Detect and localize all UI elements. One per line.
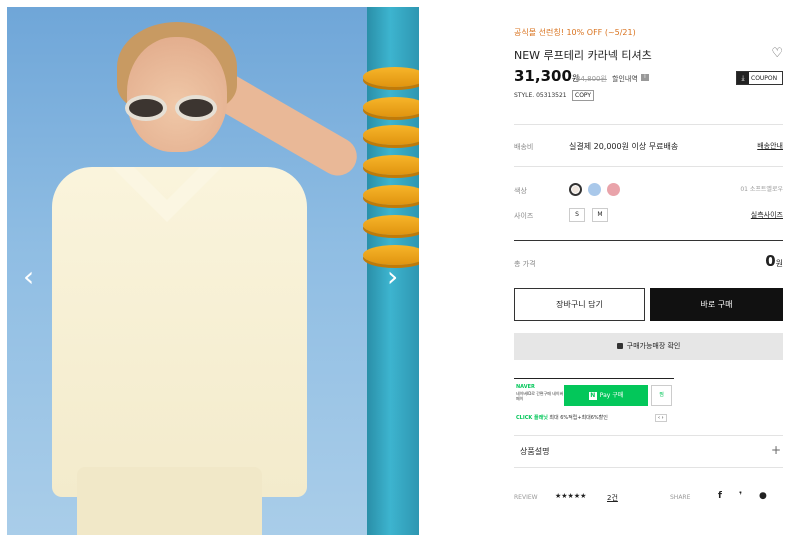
store-availability-button[interactable]: 구매가능매장 확인: [514, 333, 783, 360]
naver-event-text: 최대 6%적립+최대6%할인: [549, 415, 608, 421]
promo-text: 공식몰 선런칭! 10% OFF (~5/21): [514, 28, 636, 37]
divider: [514, 435, 783, 436]
color-swatch-blue[interactable]: [588, 183, 601, 196]
product-image: ‹ ›: [7, 7, 419, 535]
heart-icon[interactable]: ♡: [771, 46, 783, 61]
naver-pay-label: Pay 구매: [599, 392, 624, 399]
shipping-info-link[interactable]: 배송안내: [757, 141, 783, 151]
divider: [514, 240, 783, 241]
store-button-label: 구매가능매장 확인: [626, 342, 681, 350]
size-label: 사이즈: [514, 212, 534, 220]
shipping-value: 실결제 20,000원 이상 무료배송: [569, 142, 679, 151]
product-title: NEW 루프테리 카라넥 티셔츠: [514, 49, 652, 62]
kakaostory-icon[interactable]: ❜: [739, 491, 742, 501]
naver-pay-widget: NAVER 네이버ID로 간편구매 네이버페이 N Pay 구매 찜: [514, 378, 674, 408]
prev-image-icon[interactable]: ‹: [23, 262, 41, 292]
copy-button[interactable]: COPY: [572, 90, 595, 101]
style-code: STYLE. 05313521: [514, 92, 567, 99]
shipping-label: 배송비: [514, 143, 534, 151]
selected-color-name: 01 소프트옐로우: [740, 186, 783, 193]
coupon-button[interactable]: ⤓ COUPON: [736, 71, 783, 85]
discount-info[interactable]: 할인내역: [612, 74, 638, 84]
plus-icon[interactable]: +: [771, 443, 781, 457]
share-label: SHARE: [670, 494, 691, 501]
rating-stars: ★★★★★: [555, 492, 587, 500]
naver-event: CLICK 플래닛 최대 6%적립+최대6%할인: [516, 414, 608, 421]
pole-ring: [363, 155, 419, 175]
pole-ring: [363, 125, 419, 145]
divider: [514, 124, 783, 125]
next-image-icon[interactable]: ›: [387, 262, 405, 292]
total-unit: 원: [775, 259, 783, 268]
naver-event-pager[interactable]: ‹ ›: [655, 414, 667, 422]
total-value: 0: [765, 252, 776, 270]
total-label: 총 가격: [514, 260, 536, 268]
color-swatch-pink[interactable]: [607, 183, 620, 196]
original-price: 34,800원: [576, 75, 607, 83]
pole-ring: [363, 215, 419, 235]
total-price: 0원: [765, 252, 783, 270]
product-page: ‹ › 공식몰 선런칭! 10% OFF (~5/21) NEW 루프테리 카라…: [0, 0, 800, 542]
model-sunglasses: [125, 95, 220, 123]
size-option-s[interactable]: S: [569, 208, 585, 222]
color-swatch-ivory[interactable]: [569, 183, 582, 196]
naver-logo: NAVER: [516, 384, 535, 390]
naver-n-icon: N: [588, 392, 597, 400]
size-chart-link[interactable]: 실측사이즈: [751, 210, 783, 220]
download-icon: ⤓: [737, 72, 749, 84]
info-icon[interactable]: i: [641, 74, 649, 81]
naver-event-brand: CLICK 플래닛: [516, 415, 548, 421]
price-value: 31,300: [514, 67, 572, 85]
pole-ring: [363, 67, 419, 87]
coupon-label: COUPON: [751, 74, 778, 82]
pole-ring: [363, 97, 419, 117]
naver-pay-subtitle: 네이버ID로 간편구매 네이버페이: [516, 391, 564, 401]
buy-now-button[interactable]: 바로 구매: [650, 288, 783, 321]
product-price: 31,300원: [514, 67, 579, 85]
lock-icon: [616, 343, 623, 349]
divider: [514, 166, 783, 167]
pole-ring: [363, 185, 419, 205]
naver-wish-button[interactable]: 찜: [651, 385, 672, 406]
product-description-toggle[interactable]: 상품설명: [520, 446, 549, 457]
size-option-m[interactable]: M: [592, 208, 608, 222]
model-shorts: [77, 467, 262, 535]
naver-pay-button[interactable]: N Pay 구매: [564, 385, 648, 406]
facebook-icon[interactable]: f: [718, 491, 722, 501]
divider: [514, 467, 783, 468]
add-to-cart-button[interactable]: 장바구니 담기: [514, 288, 645, 321]
review-count-link[interactable]: 2건: [607, 493, 618, 503]
kakaotalk-icon[interactable]: ●: [759, 491, 767, 501]
model-shirt: [52, 167, 307, 497]
review-label: REVIEW: [514, 494, 538, 501]
color-label: 색상: [514, 187, 527, 195]
product-info-panel: 공식몰 선런칭! 10% OFF (~5/21) NEW 루프테리 카라넥 티셔…: [514, 0, 783, 542]
